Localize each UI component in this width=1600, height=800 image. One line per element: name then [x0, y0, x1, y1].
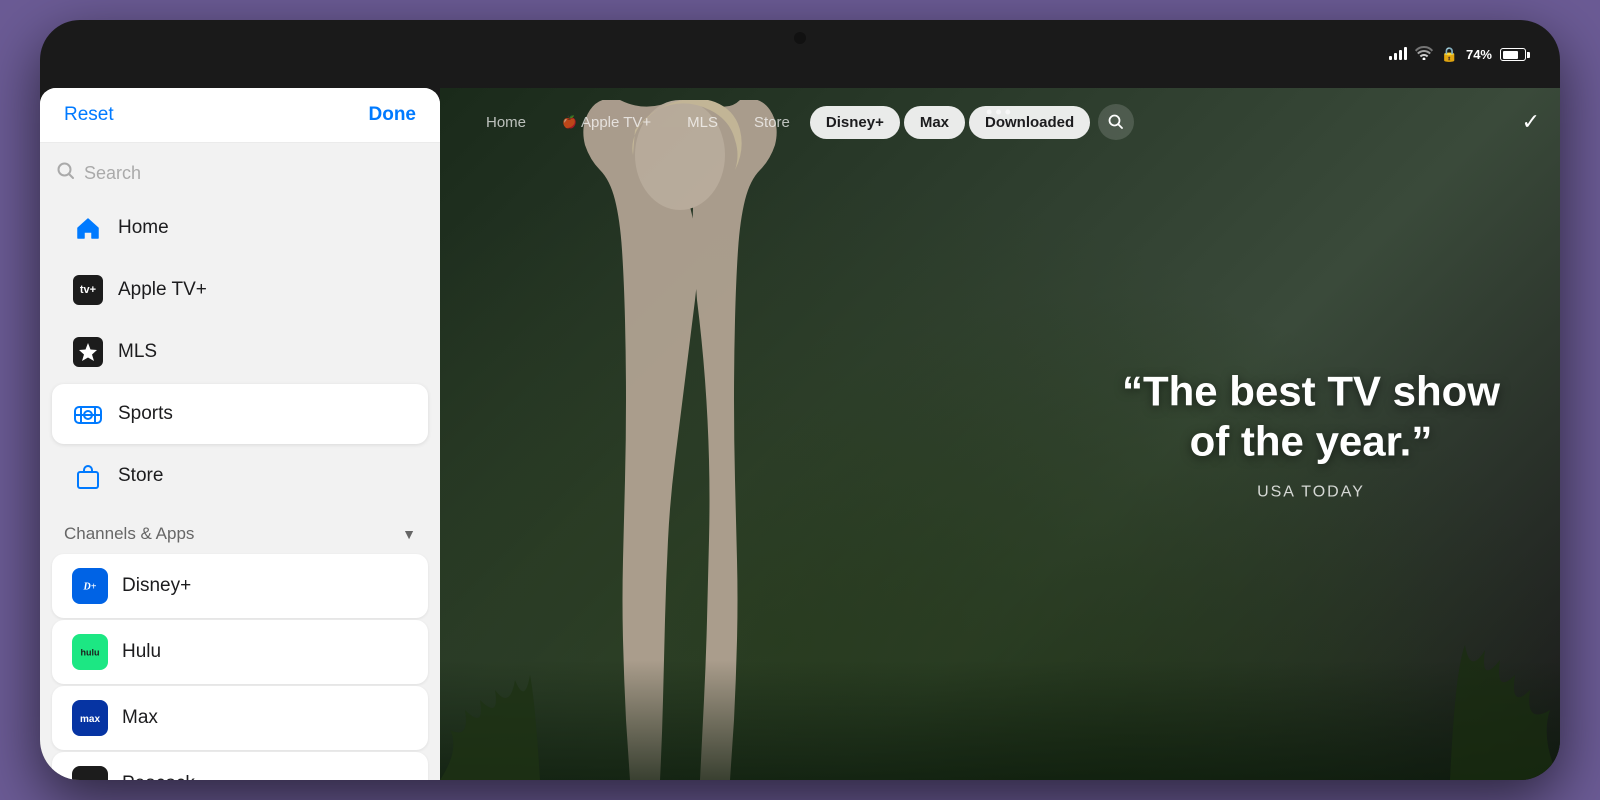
- channels-section-label: Channels & Apps: [64, 524, 194, 544]
- tablet-frame: 🔒 74% Reset Done: [40, 20, 1560, 780]
- channel-item-peacock[interactable]: P Peacock: [52, 752, 428, 780]
- sidebar-scroll: Search Home tv+ Apple TV+: [40, 143, 440, 780]
- sidebar-item-home[interactable]: Home: [52, 198, 428, 258]
- tab-store[interactable]: Store: [738, 106, 806, 139]
- tab-home[interactable]: Home: [470, 106, 542, 139]
- tab-downloaded[interactable]: Downloaded: [969, 106, 1090, 139]
- done-button[interactable]: Done: [369, 104, 417, 126]
- appletv-icon: tv+: [72, 274, 104, 306]
- sidebar-item-store[interactable]: Store: [52, 446, 428, 506]
- tab-max[interactable]: Max: [904, 106, 965, 139]
- disney-plus-icon: D+: [72, 568, 108, 604]
- tab-mls[interactable]: MLS: [671, 106, 734, 139]
- channels-section-header[interactable]: Channels & Apps ▼: [40, 508, 440, 552]
- sidebar: Reset Done Search: [40, 88, 440, 780]
- channel-item-max[interactable]: max Max: [52, 686, 428, 750]
- search-icon: [56, 161, 76, 186]
- store-icon: [72, 460, 104, 492]
- svg-text:D+: D+: [83, 582, 97, 593]
- sidebar-header: Reset Done: [40, 88, 440, 143]
- search-row[interactable]: Search: [40, 151, 440, 196]
- sidebar-item-sports-label: Sports: [118, 403, 173, 425]
- svg-text:P: P: [86, 779, 93, 780]
- tab-appletv[interactable]: 🍎 Apple TV+: [546, 106, 667, 139]
- svg-text:max: max: [80, 714, 100, 725]
- sidebar-item-mls-label: MLS: [118, 341, 157, 363]
- max-icon: max: [72, 700, 108, 736]
- hero-attribution: USA TODAY: [1122, 483, 1500, 501]
- top-nav: Home 🍎 Apple TV+ MLS Store Disney+ Max D…: [440, 88, 1560, 156]
- hulu-icon: hulu: [72, 634, 108, 670]
- channel-max-label: Max: [122, 707, 158, 729]
- appletv-small-icon: 🍎: [562, 115, 577, 129]
- wifi-icon: [1415, 46, 1433, 63]
- battery-percentage: 74%: [1466, 47, 1492, 62]
- peacock-icon: P: [72, 766, 108, 780]
- content-area: “The best TV show of the year.” USA TODA…: [440, 88, 1560, 780]
- channel-item-disney[interactable]: D+ Disney+: [52, 554, 428, 618]
- channel-disney-label: Disney+: [122, 575, 191, 597]
- home-icon: [72, 212, 104, 244]
- lock-icon: 🔒: [1441, 46, 1458, 63]
- battery-icon: [1500, 47, 1530, 62]
- hero-quote: “The best TV show of the year.”: [1122, 367, 1500, 468]
- sports-icon: [72, 398, 104, 430]
- checkmark-button[interactable]: ✓: [1522, 109, 1540, 135]
- hero-text-block: “The best TV show of the year.” USA TODA…: [1122, 367, 1500, 502]
- search-button[interactable]: [1098, 104, 1134, 140]
- sidebar-item-appletv[interactable]: tv+ Apple TV+: [52, 260, 428, 320]
- mls-icon: [72, 336, 104, 368]
- svg-text:hulu: hulu: [81, 648, 100, 658]
- channel-item-hulu[interactable]: hulu Hulu: [52, 620, 428, 684]
- reset-button[interactable]: Reset: [64, 104, 114, 126]
- channel-hulu-label: Hulu: [122, 641, 161, 663]
- sidebar-item-appletv-label: Apple TV+: [118, 279, 207, 301]
- sidebar-item-sports[interactable]: Sports: [52, 384, 428, 444]
- status-bar: 🔒 74%: [40, 20, 1560, 88]
- sidebar-item-store-label: Store: [118, 465, 163, 487]
- search-label: Search: [84, 163, 141, 184]
- main-content: Reset Done Search: [40, 88, 1560, 780]
- signal-icon: [1389, 46, 1407, 63]
- channels-chevron-icon: ▼: [402, 526, 416, 542]
- channel-peacock-label: Peacock: [122, 773, 195, 780]
- tab-disney-plus[interactable]: Disney+: [810, 106, 900, 139]
- sidebar-item-home-label: Home: [118, 217, 169, 239]
- sidebar-item-mls[interactable]: MLS: [52, 322, 428, 382]
